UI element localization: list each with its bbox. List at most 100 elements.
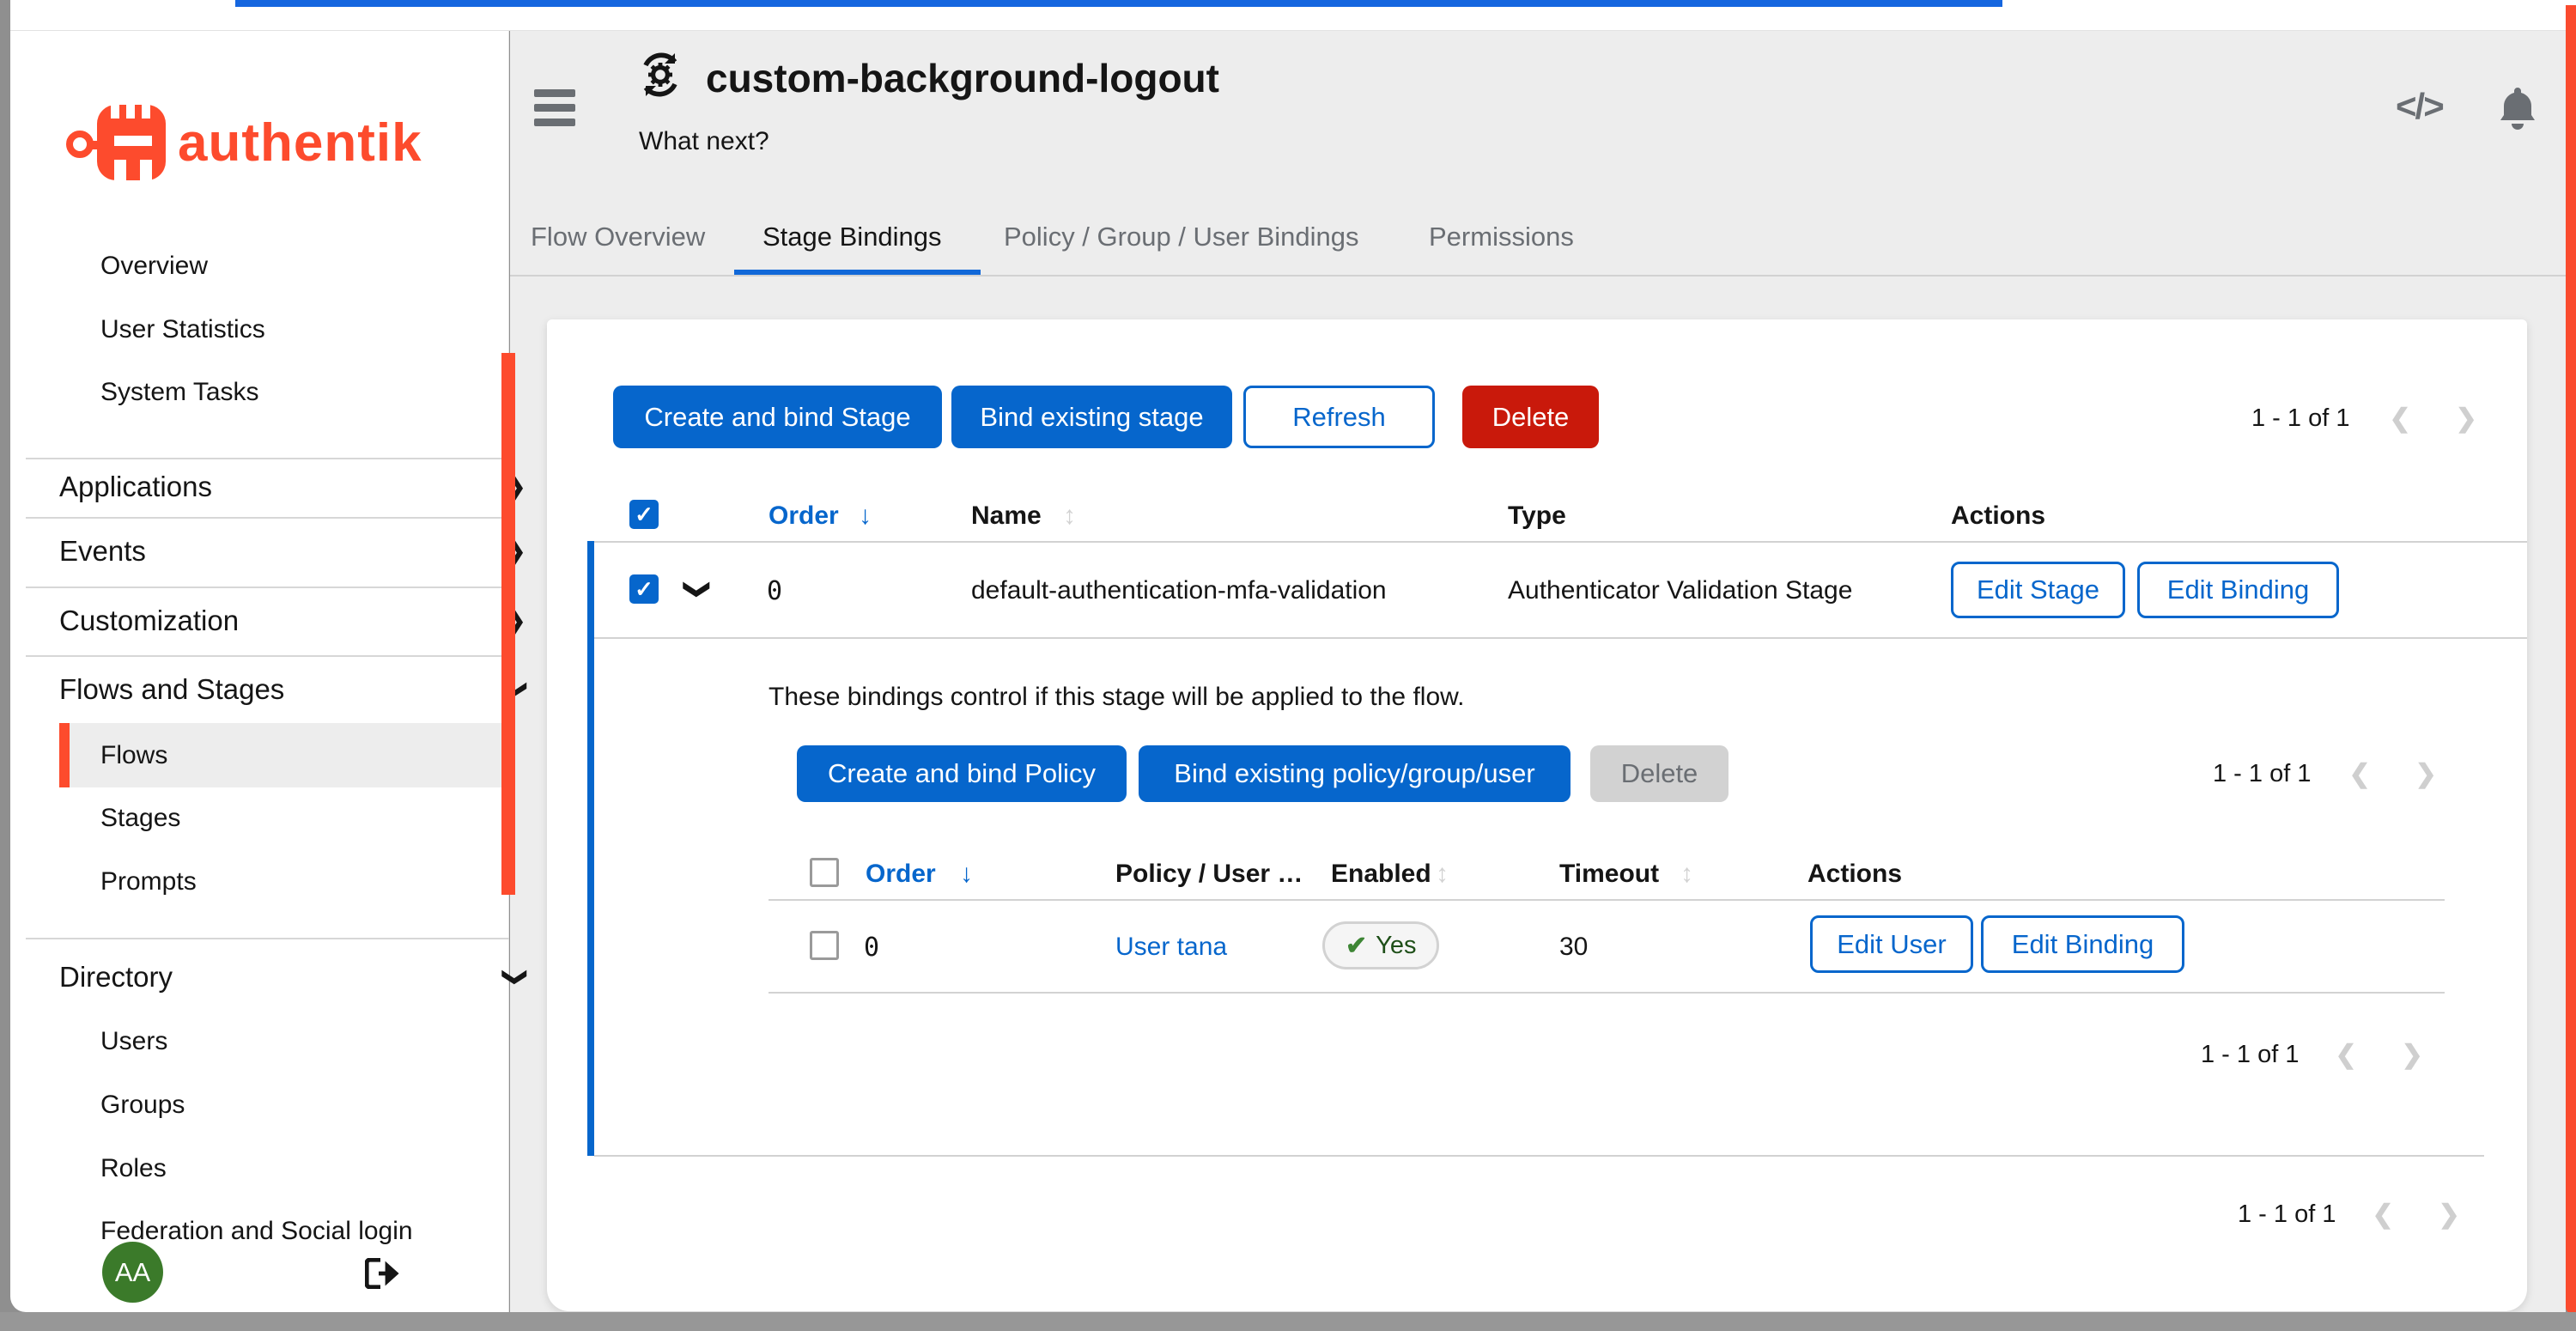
sidebar-item-prompts[interactable]: Prompts bbox=[100, 863, 197, 901]
sidebar-item-groups[interactable]: Groups bbox=[100, 1086, 185, 1124]
pagination-inner-bottom: 1 - 1 of 1 ❮ ❯ bbox=[2201, 1040, 2423, 1070]
app-window: authentik Overview User Statistics Syste… bbox=[0, 0, 2576, 1331]
table-divider bbox=[769, 899, 2445, 901]
page-next-icon[interactable]: ❯ bbox=[2415, 759, 2437, 789]
authentik-logo-text: authentik bbox=[178, 112, 422, 173]
edit-stage-button[interactable]: Edit Stage bbox=[1951, 562, 2125, 618]
sidebar-section-label: Events bbox=[59, 535, 146, 567]
sidebar-item-system-tasks[interactable]: System Tasks bbox=[100, 374, 259, 411]
edit-binding-button[interactable]: Edit Binding bbox=[1981, 915, 2184, 973]
column-header-actions: Actions bbox=[1807, 860, 1902, 889]
select-all-policies-checkbox[interactable] bbox=[810, 858, 839, 887]
sidebar: authentik Overview User Statistics Syste… bbox=[10, 31, 509, 1312]
page-prev-icon[interactable]: ❮ bbox=[2389, 404, 2410, 434]
bind-existing-policy-button[interactable]: Bind existing policy/group/user bbox=[1139, 745, 1571, 802]
sidebar-item-users[interactable]: Users bbox=[100, 1023, 167, 1061]
row-checkbox[interactable]: ✓ bbox=[629, 574, 659, 604]
page-subtitle: What next? bbox=[639, 127, 769, 156]
table-divider bbox=[594, 541, 2527, 543]
page-next-icon[interactable]: ❯ bbox=[2456, 404, 2477, 434]
menu-toggle-button[interactable] bbox=[534, 89, 575, 127]
sidebar-scroll-indicator[interactable] bbox=[501, 353, 515, 895]
column-header-name[interactable]: Name bbox=[971, 501, 1042, 531]
row-name-cell: default-authentication-mfa-validation bbox=[971, 576, 1387, 605]
sidebar-section-applications[interactable]: Applications ❯ bbox=[59, 468, 511, 506]
sidebar-section-label: Directory bbox=[59, 961, 173, 993]
policy-order-cell: 0 bbox=[864, 933, 879, 963]
delete-button[interactable]: Delete bbox=[1462, 386, 1599, 448]
sidebar-item-flows[interactable]: Flows bbox=[100, 737, 167, 775]
tab-permissions[interactable]: Permissions bbox=[1429, 222, 1574, 252]
policy-row-checkbox[interactable] bbox=[810, 931, 839, 960]
page-prev-icon[interactable]: ❮ bbox=[2335, 1040, 2356, 1070]
authentik-logo-icon bbox=[66, 98, 169, 187]
select-all-checkbox[interactable]: ✓ bbox=[629, 500, 659, 529]
page-next-icon[interactable]: ❯ bbox=[2402, 1040, 2423, 1070]
create-and-bind-policy-button[interactable]: Create and bind Policy bbox=[797, 745, 1127, 802]
page-next-icon[interactable]: ❯ bbox=[2439, 1200, 2460, 1230]
sidebar-item-stages[interactable]: Stages bbox=[100, 799, 180, 837]
avatar[interactable]: AA bbox=[102, 1242, 163, 1303]
top-accent-bar bbox=[235, 0, 2002, 7]
sort-desc-icon[interactable]: ↓ bbox=[859, 501, 872, 531]
window-left-edge bbox=[0, 0, 10, 1331]
column-header-order[interactable]: Order bbox=[866, 860, 936, 889]
sidebar-item-overview[interactable]: Overview bbox=[100, 247, 208, 285]
enabled-badge: ✔ Yes bbox=[1322, 921, 1439, 969]
sidebar-section-flows-and-stages[interactable]: Flows and Stages ❯ bbox=[59, 671, 511, 708]
column-header-order[interactable]: Order bbox=[769, 501, 839, 531]
column-header-type: Type bbox=[1508, 501, 1566, 531]
sidebar-section-events[interactable]: Events ❯ bbox=[59, 532, 511, 570]
collapse-row-icon[interactable]: ❯ bbox=[683, 579, 713, 600]
sidebar-section-label: Customization bbox=[59, 605, 239, 636]
page-title: custom-background-logout bbox=[706, 55, 1219, 101]
page-prev-icon[interactable]: ❮ bbox=[2372, 1200, 2393, 1230]
sort-icon[interactable]: ↕ bbox=[1063, 501, 1076, 531]
sidebar-section-label: Applications bbox=[59, 471, 212, 502]
notification-bell-icon[interactable] bbox=[2492, 82, 2543, 134]
refresh-button[interactable]: Refresh bbox=[1243, 386, 1435, 448]
create-and-bind-stage-button[interactable]: Create and bind Stage bbox=[613, 386, 942, 448]
pagination-label: 1 - 1 of 1 bbox=[2251, 404, 2349, 433]
pagination-label: 1 - 1 of 1 bbox=[2238, 1200, 2336, 1229]
edit-user-button[interactable]: Edit User bbox=[1810, 915, 1973, 973]
sort-desc-icon[interactable]: ↓ bbox=[960, 860, 973, 889]
sidebar-divider bbox=[26, 458, 509, 459]
pagination-expanded: 1 - 1 of 1 ❮ ❯ bbox=[2213, 759, 2437, 789]
sidebar-item-roles[interactable]: Roles bbox=[100, 1150, 167, 1188]
tabs-divider bbox=[510, 275, 2566, 277]
sidebar-section-directory[interactable]: Directory ❯ bbox=[59, 958, 511, 996]
edit-binding-button[interactable]: Edit Binding bbox=[2137, 562, 2339, 618]
sort-icon[interactable]: ↕ bbox=[1680, 860, 1693, 889]
column-header-actions: Actions bbox=[1951, 501, 2045, 531]
table-bottom-divider bbox=[594, 1155, 2484, 1157]
sidebar-item-user-statistics[interactable]: User Statistics bbox=[100, 311, 265, 349]
column-header-timeout[interactable]: Timeout bbox=[1559, 860, 1659, 889]
sidebar-divider bbox=[26, 517, 509, 519]
sidebar-section-label: Flows and Stages bbox=[59, 673, 284, 705]
pagination-top: 1 - 1 of 1 ❮ ❯ bbox=[2251, 404, 2477, 434]
sort-icon[interactable]: ↕ bbox=[1436, 860, 1449, 889]
tab-flow-overview[interactable]: Flow Overview bbox=[531, 222, 705, 252]
policy-user-link[interactable]: User tana bbox=[1115, 933, 1227, 962]
row-type-cell: Authenticator Validation Stage bbox=[1508, 576, 1852, 605]
avatar-initials: AA bbox=[115, 1257, 150, 1288]
page-prev-icon[interactable]: ❮ bbox=[2348, 759, 2370, 789]
row-order-cell: 0 bbox=[767, 576, 782, 606]
sidebar-section-customization[interactable]: Customization ❯ bbox=[59, 602, 511, 640]
column-header-policy-user: Policy / User … bbox=[1115, 860, 1303, 889]
tab-stage-bindings[interactable]: Stage Bindings bbox=[762, 222, 942, 252]
sidebar-divider bbox=[26, 938, 509, 939]
table-divider bbox=[769, 992, 2445, 994]
authentik-logo[interactable]: authentik bbox=[66, 95, 461, 190]
bind-existing-stage-button[interactable]: Bind existing stage bbox=[951, 386, 1232, 448]
column-header-enabled[interactable]: Enabled bbox=[1331, 860, 1431, 889]
api-code-icon[interactable]: </> bbox=[2396, 86, 2443, 127]
logout-icon[interactable] bbox=[365, 1258, 401, 1289]
sidebar-divider bbox=[26, 655, 509, 657]
tab-policy-group-user-bindings[interactable]: Policy / Group / User Bindings bbox=[1004, 222, 1359, 252]
sidebar-divider bbox=[26, 586, 509, 588]
delete-binding-button[interactable]: Delete bbox=[1590, 745, 1728, 802]
pagination-bottom: 1 - 1 of 1 ❮ ❯ bbox=[2238, 1200, 2460, 1230]
timeout-cell: 30 bbox=[1559, 933, 1588, 962]
